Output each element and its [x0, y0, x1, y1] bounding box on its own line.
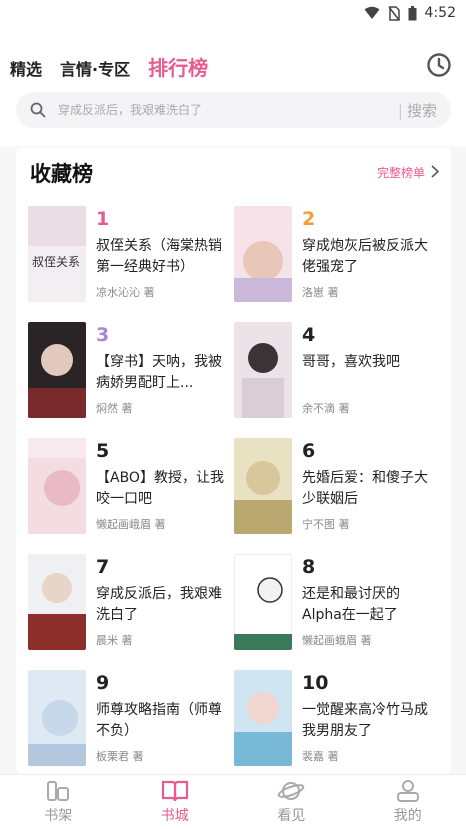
book-cover: 叔侄关系 [28, 206, 86, 302]
status-bar: 4:52 [0, 0, 466, 26]
full-ranking-label: 完整榜单 [376, 166, 425, 180]
nav-bookshelf[interactable]: 书架 [0, 775, 117, 829]
book-cover [28, 554, 86, 650]
book-cover [234, 670, 292, 766]
search-bar: |搜索 [16, 92, 451, 128]
full-ranking-link[interactable]: 完整榜单 [376, 164, 440, 181]
tab-featured[interactable]: 精选 [10, 56, 42, 80]
book-author: 晨米 著 [96, 634, 133, 647]
header: 精选 言情·专区 排行榜 |搜索 [0, 26, 466, 146]
book-title: 叔侄关系（海棠热销第一经典好书） [96, 238, 222, 275]
book-title: 穿成炮灰后被反派大佬强宠了 [302, 238, 428, 275]
nav-bookstore[interactable]: 书城 [117, 775, 234, 829]
nav-bookshelf-label: 书架 [44, 808, 73, 824]
book-cover [234, 438, 292, 534]
book-title: 【ABO】教授，让我咬一口吧 [96, 470, 224, 507]
book-item[interactable]: 10 一觉醒来高冷竹马成我男朋友了 裴嘉 著 [234, 670, 439, 770]
book-item[interactable]: 叔侄关系 1 叔侄关系（海棠热销第一经典好书） 凉水沁沁 著 [28, 206, 233, 306]
book-item[interactable]: 3 【穿书】天呐，我被病娇男配盯上... 焖然 著 [28, 322, 233, 422]
rank-number: 6 [302, 440, 316, 462]
book-author: 懒起画峨眉 著 [96, 518, 166, 531]
book-cover [234, 554, 292, 650]
book-author: 焖然 著 [96, 402, 133, 415]
book-item[interactable]: 5 【ABO】教授，让我咬一口吧 懒起画峨眉 著 [28, 438, 233, 538]
book-author: 凉水沁沁 著 [96, 286, 155, 299]
rank-number: 2 [302, 208, 316, 230]
bottom-nav: 书架 书城 看见 我的 [0, 774, 466, 829]
book-title: 师尊攻略指南（师尊不负） [96, 702, 222, 739]
rank-number: 9 [96, 672, 110, 694]
rank-number: 3 [96, 324, 110, 346]
status-icons: 4:52 [364, 3, 456, 23]
svg-text:叔侄关系: 叔侄关系 [32, 255, 80, 269]
book-item[interactable]: 9 师尊攻略指南（师尊不负） 板栗君 著 [28, 670, 233, 770]
book-item[interactable]: 2 穿成炮灰后被反派大佬强宠了 洛崽 著 [234, 206, 439, 306]
nav-discover[interactable]: 看见 [233, 775, 350, 829]
planet-icon [277, 779, 305, 803]
status-time: 4:52 [424, 5, 456, 21]
book-cover [28, 670, 86, 766]
rank-number: 8 [302, 556, 316, 578]
rank-number: 5 [96, 440, 110, 462]
search-input[interactable] [58, 103, 398, 117]
rank-number: 4 [302, 324, 316, 346]
search-separator: | [397, 101, 403, 120]
nav-discover-label: 看见 [277, 808, 306, 824]
user-icon [395, 779, 421, 803]
nav-bookstore-label: 书城 [160, 808, 189, 824]
book-author: 板栗君 著 [96, 750, 144, 763]
nav-profile-label: 我的 [393, 808, 422, 824]
nav-profile[interactable]: 我的 [350, 775, 466, 829]
ranking-title: 收藏榜 [30, 162, 93, 186]
search-button[interactable]: | 搜索 [398, 100, 437, 121]
rank-number: 10 [302, 672, 329, 694]
book-author: 裴嘉 著 [302, 750, 339, 763]
book-title: 还是和最讨厌的Alpha在一起了 [302, 586, 400, 623]
book-author: 宁不图 著 [302, 518, 350, 531]
book-cover [234, 206, 292, 302]
no-sim-icon [387, 5, 400, 21]
ranking-card: 收藏榜 完整榜单 叔侄关系 1 叔侄关系（海棠热销第一经典好书） 凉水沁沁 著 … [16, 148, 451, 774]
book-title: 哥哥，喜欢我吧 [302, 354, 400, 370]
search-button-label: 搜索 [406, 101, 437, 120]
book-author: 洛崽 著 [302, 286, 339, 299]
rank-number: 7 [96, 556, 110, 578]
tab-rankings[interactable]: 排行榜 [148, 52, 208, 81]
rank-number: 1 [96, 208, 110, 230]
book-item[interactable]: 7 穿成反派后，我艰难洗白了 晨米 著 [28, 554, 233, 654]
top-tabs: 精选 言情·专区 排行榜 [10, 52, 226, 82]
book-cover [28, 322, 86, 418]
book-title: 先婚后爱：和傻子大少联姻后 [302, 470, 428, 507]
book-title: 一觉醒来高冷竹马成我男朋友了 [302, 702, 428, 739]
main-content: 收藏榜 完整榜单 叔侄关系 1 叔侄关系（海棠热销第一经典好书） 凉水沁沁 著 … [0, 146, 466, 774]
book-title: 穿成反派后，我艰难洗白了 [96, 586, 222, 623]
chevron-right-icon [431, 164, 440, 181]
book-author: 余不滴 著 [302, 402, 350, 415]
book-item[interactable]: 4 哥哥，喜欢我吧 余不滴 著 [234, 322, 439, 422]
search-icon [30, 102, 46, 118]
clock-icon[interactable] [426, 52, 452, 78]
book-open-icon [161, 779, 189, 803]
book-item[interactable]: 6 先婚后爱：和傻子大少联姻后 宁不图 著 [234, 438, 439, 538]
battery-icon [408, 5, 417, 21]
wifi-icon [364, 6, 380, 20]
bookshelf-icon [45, 779, 71, 803]
book-author: 懒起画蛾眉 著 [302, 634, 372, 647]
book-cover [28, 438, 86, 534]
book-item[interactable]: 8 还是和最讨厌的Alpha在一起了 懒起画蛾眉 著 [234, 554, 439, 654]
tab-romance-zone[interactable]: 言情·专区 [60, 56, 130, 80]
book-title: 【穿书】天呐，我被病娇男配盯上... [96, 354, 222, 391]
book-cover [234, 322, 292, 418]
